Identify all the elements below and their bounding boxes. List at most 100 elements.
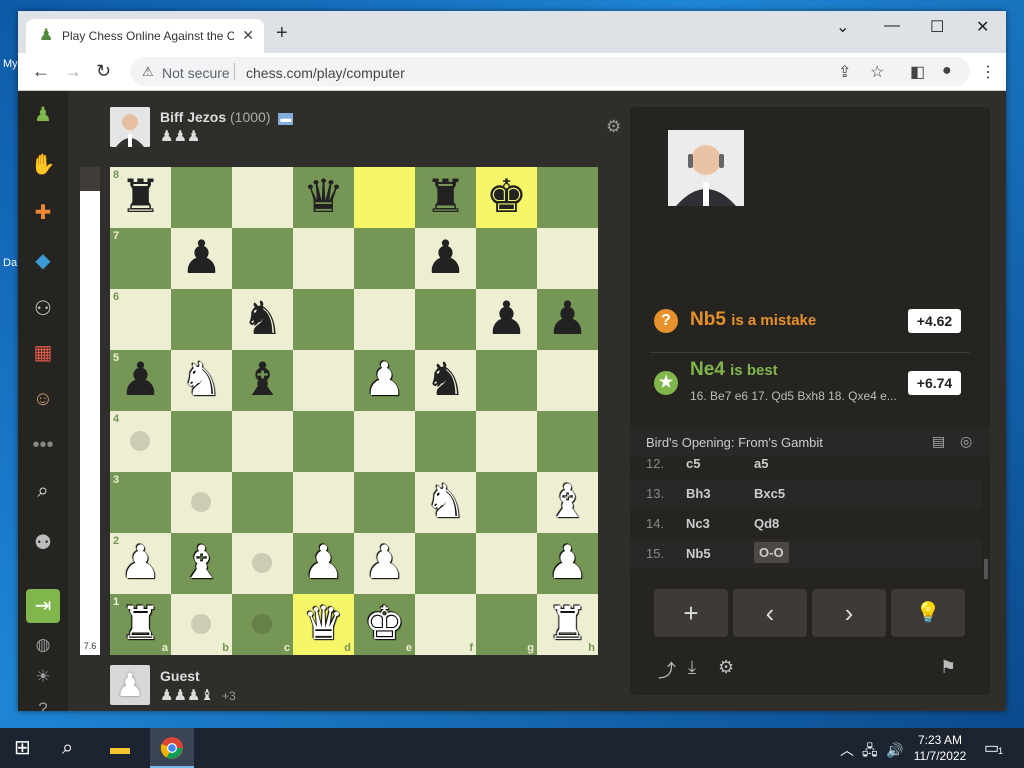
social-icon[interactable]: ☺ [18,387,68,411]
opening-name[interactable]: Bird's Opening: From's Gambit [646,435,823,450]
black-king-piece[interactable]: ♚ [476,167,537,228]
square-b4[interactable] [171,411,232,472]
black-move[interactable]: Qd8 [754,516,779,531]
settings-gear-icon[interactable]: ⚙ [718,657,734,678]
white-pawn-piece[interactable]: ♟ [293,533,354,594]
news-icon[interactable]: ▦ [18,341,68,365]
square-a6[interactable]: 6 [110,289,171,350]
square-d4[interactable] [293,411,354,472]
explorer-compass-icon[interactable]: ◎ [960,433,972,450]
white-rook-piece[interactable]: ♜ [537,594,598,655]
url-text[interactable]: chess.com/play/computer [246,65,405,81]
white-pawn-piece[interactable]: ♟ [354,350,415,411]
move-hint-dot[interactable] [252,553,272,573]
next-move-button[interactable]: › [812,589,886,637]
add-friend-icon[interactable]: ⚉ [18,531,68,555]
more-icon[interactable]: ••• [18,433,68,457]
white-move[interactable]: Bh3 [686,486,711,501]
move-hint-dot[interactable] [130,431,150,451]
square-d6[interactable] [293,289,354,350]
black-pawn-piece[interactable]: ♟ [415,228,476,289]
minimize-button[interactable]: — [884,17,900,35]
show-hidden-icons-icon[interactable]: ︿ [840,738,854,762]
close-tab-icon[interactable]: ✕ [242,27,254,44]
black-knight-piece[interactable]: ♞ [232,289,293,350]
square-b6[interactable] [171,289,232,350]
white-queen-piece[interactable]: ♛ [293,594,354,655]
hint-lightbulb-button[interactable]: 💡 [891,589,965,637]
square-e4[interactable] [354,411,415,472]
square-a7[interactable]: 7 [110,228,171,289]
learn-puzzle-icon[interactable]: ✚ [18,201,68,225]
square-c7[interactable] [232,228,293,289]
black-bishop-piece[interactable]: ♝ [232,350,293,411]
guest-name[interactable]: Guest [160,668,200,684]
close-window-button[interactable]: ✕ [976,17,989,37]
board-settings-icon[interactable]: ⚙ [606,117,621,137]
square-g4[interactable] [476,411,537,472]
globe-icon[interactable]: ◍ [18,633,68,657]
omnibox[interactable]: ⚠ Not secure chess.com/play/computer ⇪ ☆… [130,57,970,86]
tab-search-icon[interactable]: ⌄ [836,17,849,37]
black-pawn-piece[interactable]: ♟ [537,289,598,350]
white-pawn-piece[interactable]: ♟ [110,533,171,594]
share-icon[interactable]: ⤴ [658,657,676,683]
square-c4[interactable] [232,411,293,472]
lessons-cap-icon[interactable]: ◆ [18,249,68,273]
square-c3[interactable] [232,472,293,533]
profile-icon[interactable]: ● [942,62,952,80]
white-pawn-piece[interactable]: ♟ [354,533,415,594]
white-pawn-piece[interactable]: ♟ [537,533,598,594]
square-f1[interactable]: f [415,594,476,655]
white-move[interactable]: c5 [686,457,700,471]
square-h7[interactable] [537,228,598,289]
opponent-name-text[interactable]: Biff Jezos [160,109,226,125]
square-g1[interactable]: g [476,594,537,655]
best-line[interactable]: 16. Be7 e6 17. Qd5 Bxh8 18. Qxe4 e... [690,389,908,403]
new-game-button[interactable]: + [654,589,728,637]
maximize-button[interactable]: ☐ [930,17,944,37]
black-move[interactable]: a5 [754,457,768,471]
book-icon[interactable]: ▤ [932,433,945,450]
black-move[interactable]: Bxc5 [754,486,785,501]
puzzles-icon[interactable]: ✋ [18,153,68,177]
bookmark-star-icon[interactable]: ☆ [870,62,884,82]
square-f6[interactable] [415,289,476,350]
square-e3[interactable] [354,472,415,533]
white-knight-piece[interactable]: ♞ [415,472,476,533]
move-hint-dot[interactable] [191,492,211,512]
square-f2[interactable] [415,533,476,594]
reload-icon[interactable]: ↻ [96,61,111,81]
square-g3[interactable] [476,472,537,533]
not-secure-label[interactable]: Not secure [162,65,230,81]
warning-icon[interactable]: ⚠ [142,64,154,80]
guest-avatar[interactable]: ♟ [110,665,150,705]
square-g5[interactable] [476,350,537,411]
black-queen-piece[interactable]: ♛ [293,167,354,228]
share-icon[interactable]: ⇪ [838,62,851,82]
square-c8[interactable] [232,167,293,228]
desktop-icon-label[interactable]: Da [3,257,17,269]
chess-board[interactable]: 8 7 6 5 4 3 2 1 a b c d e f g h ♜ ♛ ♜ ♚ ♟ ♟ ♞ ♟ ♟ ♟ ♞ ♝ ♟ ♞ ♞ ♝ ♟ ♝ ♟ ♟ ♟ ♜ ♛ ♚… [110,167,598,655]
sign-in-icon[interactable]: ⇥ [26,589,60,623]
square-f4[interactable] [415,411,476,472]
black-rook-piece[interactable]: ♜ [110,167,171,228]
white-move[interactable]: Nc3 [686,516,710,531]
desktop-icon-label[interactable]: My [3,58,18,70]
white-king-piece[interactable]: ♚ [354,594,415,655]
chess-logo-icon[interactable]: ♟ [18,103,68,127]
square-e8[interactable] [354,167,415,228]
move-list-scrollbar[interactable] [984,559,988,579]
side-panel-icon[interactable]: ◧ [910,62,925,82]
move-hint-dot[interactable] [191,614,211,634]
white-knight-piece[interactable]: ♞ [171,350,232,411]
browser-tab[interactable]: ♟ Play Chess Online Against the Co ✕ [26,19,264,53]
watch-binoculars-icon[interactable]: ⚇ [18,297,68,321]
square-g7[interactable] [476,228,537,289]
black-knight-piece[interactable]: ♞ [415,350,476,411]
square-d5[interactable] [293,350,354,411]
square-g2[interactable] [476,533,537,594]
opponent-name[interactable]: Biff Jezos (1000) ▬ [160,109,294,125]
white-rook-piece[interactable]: ♜ [110,594,171,655]
previous-move-button[interactable]: ‹ [733,589,807,637]
